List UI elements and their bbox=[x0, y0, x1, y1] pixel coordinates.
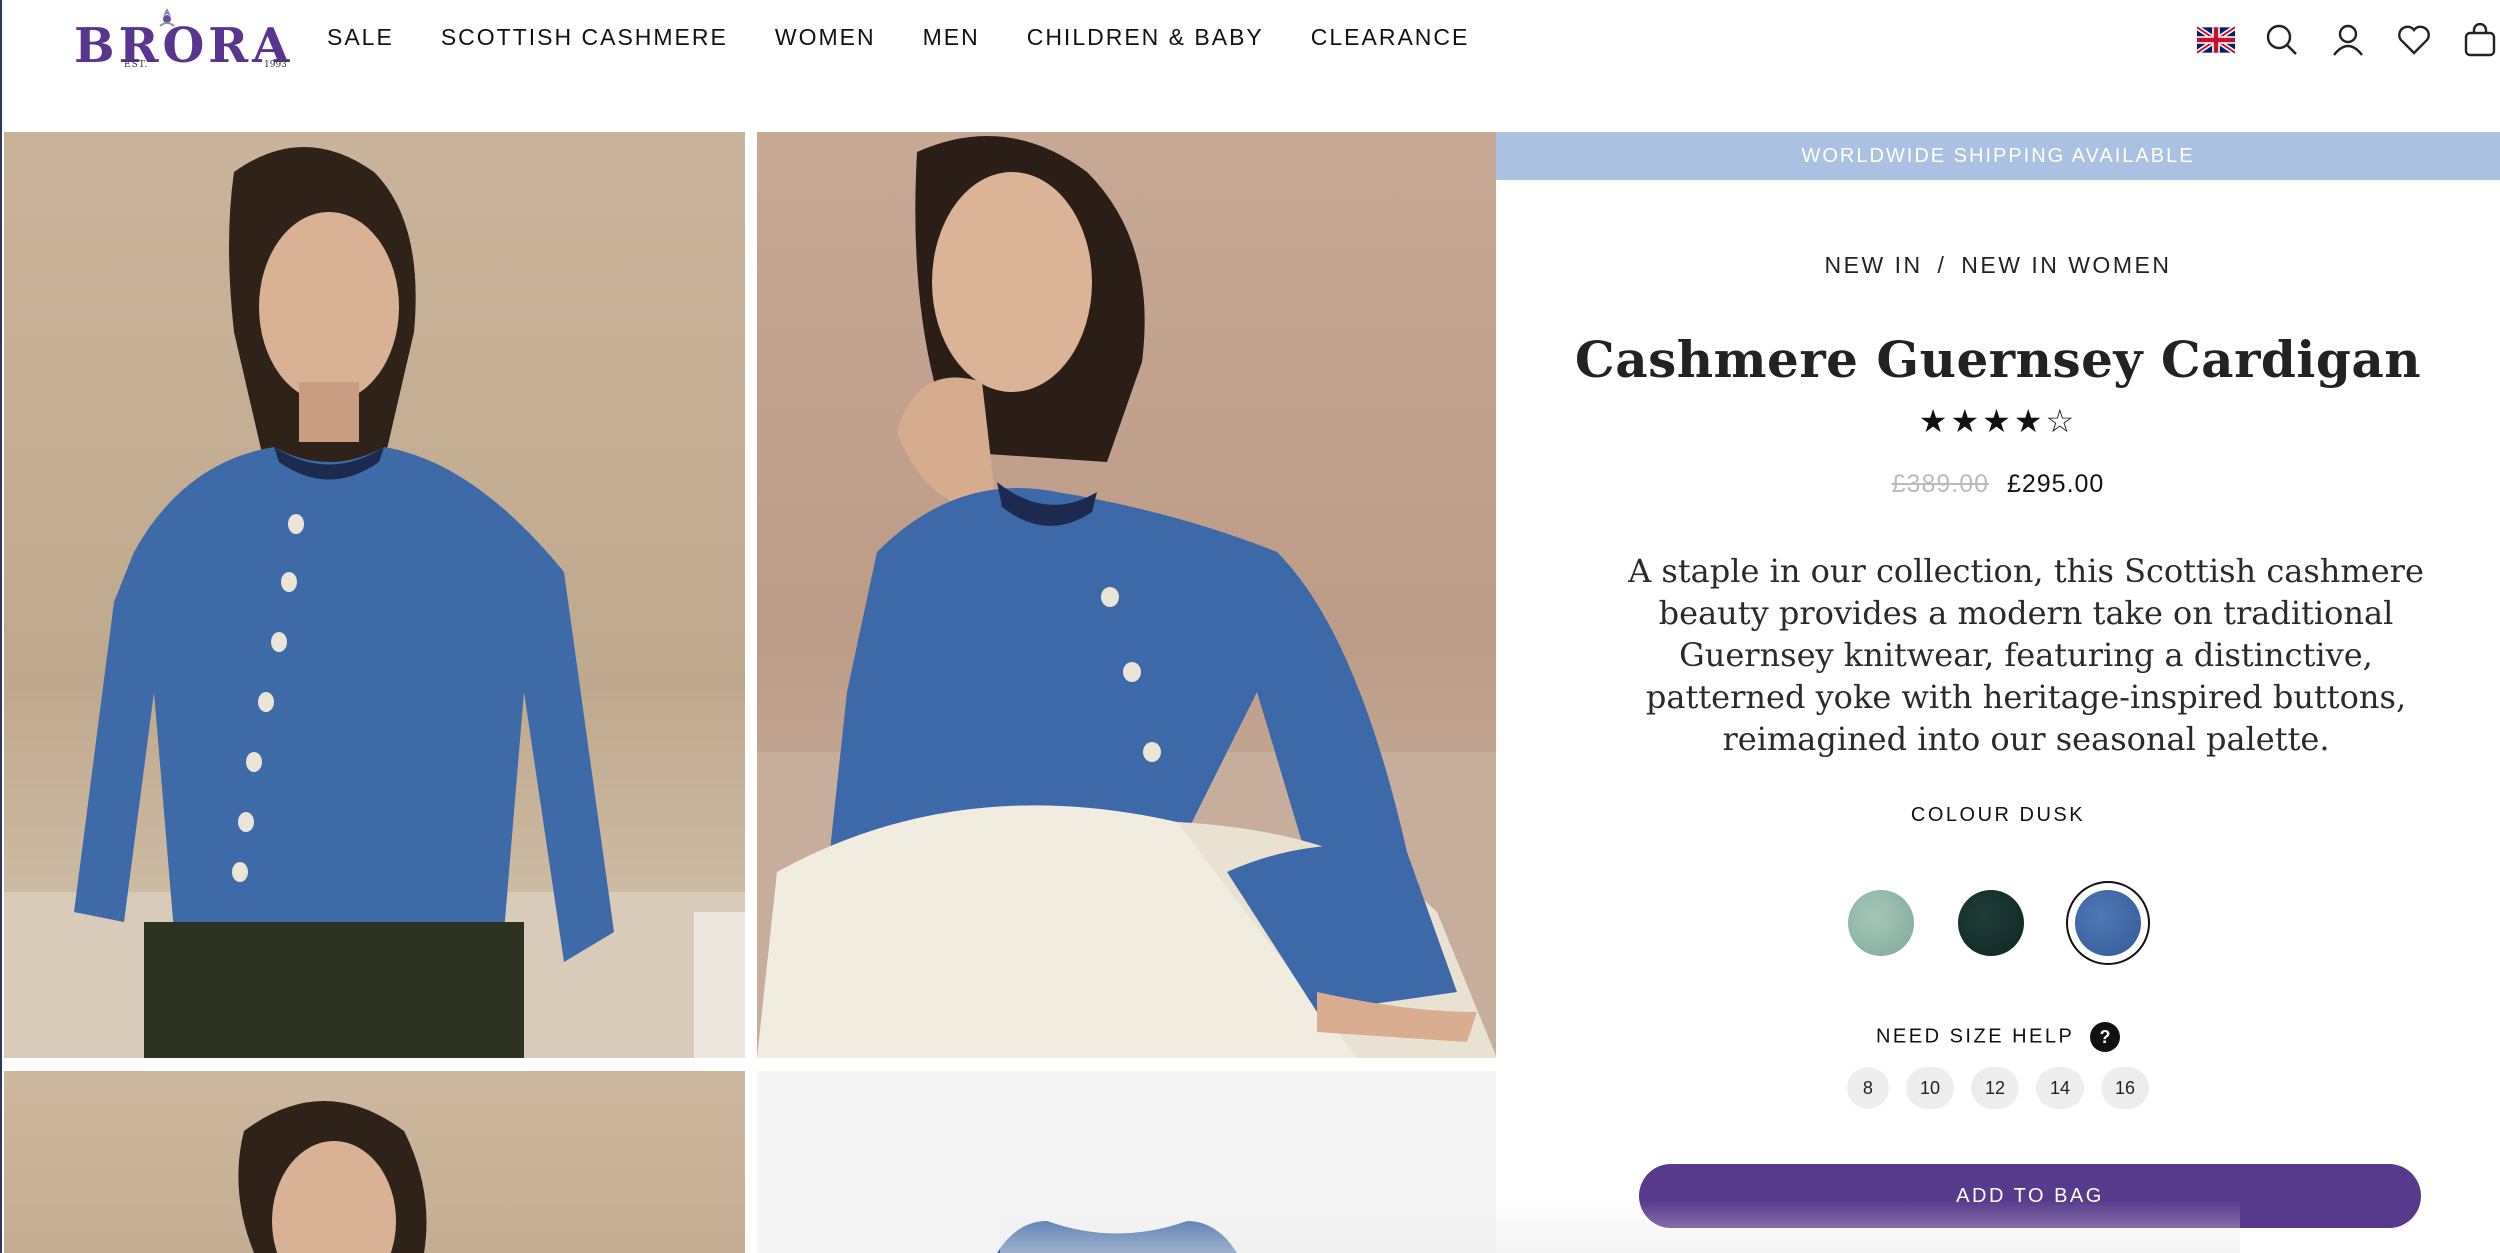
question-mark-icon[interactable]: ? bbox=[2090, 1022, 2121, 1052]
model-front-photo[interactable] bbox=[4, 132, 745, 1058]
country-selector[interactable] bbox=[2196, 20, 2236, 60]
size-help-label: NEED SIZE HELP bbox=[1875, 1025, 2074, 1048]
bag-icon bbox=[2464, 23, 2496, 57]
nav-item-sale[interactable]: SALE bbox=[327, 24, 394, 51]
sale-price: £295.00 bbox=[2006, 470, 2105, 498]
nav-item-scottish-cashmere[interactable]: SCOTTISH CASHMERE bbox=[441, 24, 728, 51]
size-option-16[interactable]: 16 bbox=[2101, 1067, 2150, 1109]
search-button[interactable] bbox=[2262, 20, 2302, 60]
breadcrumb: NEW IN / NEW IN WOMEN bbox=[1496, 252, 2500, 279]
nav-item-women[interactable]: WOMEN bbox=[775, 24, 876, 51]
product-title: Cashmere Guernsey Cardigan bbox=[1574, 330, 2422, 389]
size-option-10[interactable]: 10 bbox=[1905, 1067, 1954, 1109]
account-icon bbox=[2333, 24, 2363, 56]
wishlist-heart-icon bbox=[2398, 25, 2430, 55]
model-seated-photo[interactable] bbox=[757, 132, 1498, 1058]
swatch-dark-green-dot bbox=[1958, 890, 2024, 956]
swatch-dusk-selected[interactable] bbox=[2066, 881, 2150, 965]
product-flat-photo[interactable] bbox=[757, 1071, 1498, 1253]
bag-button[interactable] bbox=[2460, 20, 2500, 60]
product-details-panel: WORLDWIDE SHIPPING AVAILABLE NEW IN / NE… bbox=[1496, 132, 2500, 1253]
header-icons bbox=[2170, 20, 2500, 60]
size-help[interactable]: NEED SIZE HELP ? bbox=[1496, 1022, 2500, 1052]
nav-item-men[interactable]: MEN bbox=[923, 24, 980, 51]
size-option-14[interactable]: 14 bbox=[2036, 1067, 2085, 1109]
colour-label: COLOUR DUSK bbox=[1910, 804, 2086, 826]
nav-item-children-baby[interactable]: CHILDREN & BABY bbox=[1027, 24, 1264, 51]
brora-logo[interactable]: BRORA EST. 1993 bbox=[74, 6, 289, 76]
model-closeup-photo[interactable] bbox=[4, 1071, 745, 1253]
swatch-sage-dot bbox=[1848, 890, 1914, 956]
shipping-banner: WORLDWIDE SHIPPING AVAILABLE bbox=[1496, 132, 2500, 180]
logo-year: 1993 bbox=[264, 60, 287, 70]
account-button[interactable] bbox=[2328, 20, 2368, 60]
product-gallery bbox=[0, 132, 1498, 1253]
size-option-8[interactable]: 8 bbox=[1846, 1067, 1889, 1109]
breadcrumb-new-in-women[interactable]: NEW IN WOMEN bbox=[1961, 252, 2171, 278]
size-selector: 8 10 12 14 16 bbox=[1496, 1067, 2500, 1109]
search-icon bbox=[2266, 24, 2297, 55]
swatch-dusk-dot bbox=[2075, 890, 2141, 956]
uk-flag-icon bbox=[2197, 26, 2235, 54]
original-price: £389.00 bbox=[1891, 470, 1990, 498]
wishlist-button[interactable] bbox=[2394, 20, 2434, 60]
main-nav: SALE SCOTTISH CASHMERE WOMEN MEN CHILDRE… bbox=[327, 24, 1516, 51]
swatch-dark-green[interactable] bbox=[1956, 888, 2026, 958]
product-description: A staple in our collection, this Scottis… bbox=[1628, 552, 2424, 758]
logo-est: EST. bbox=[124, 60, 149, 70]
site-header: BRORA EST. 1993 SALE SCOTTISH CASHMERE W… bbox=[0, 0, 2500, 132]
breadcrumb-separator: / bbox=[1937, 252, 1947, 278]
price-block: £389.00 £295.00 bbox=[1496, 470, 2500, 499]
breadcrumb-new-in[interactable]: NEW IN bbox=[1825, 252, 1923, 278]
size-option-12[interactable]: 12 bbox=[1970, 1067, 2019, 1109]
nav-item-clearance[interactable]: CLEARANCE bbox=[1311, 24, 1470, 51]
rating-stars[interactable]: ★★★★☆ bbox=[1496, 402, 2500, 440]
swatch-sage[interactable] bbox=[1846, 888, 1916, 958]
logo-wordmark: BRORA bbox=[74, 18, 294, 74]
colour-swatches bbox=[1496, 881, 2500, 965]
add-to-bag-button[interactable]: ADD TO BAG bbox=[1639, 1164, 2421, 1228]
